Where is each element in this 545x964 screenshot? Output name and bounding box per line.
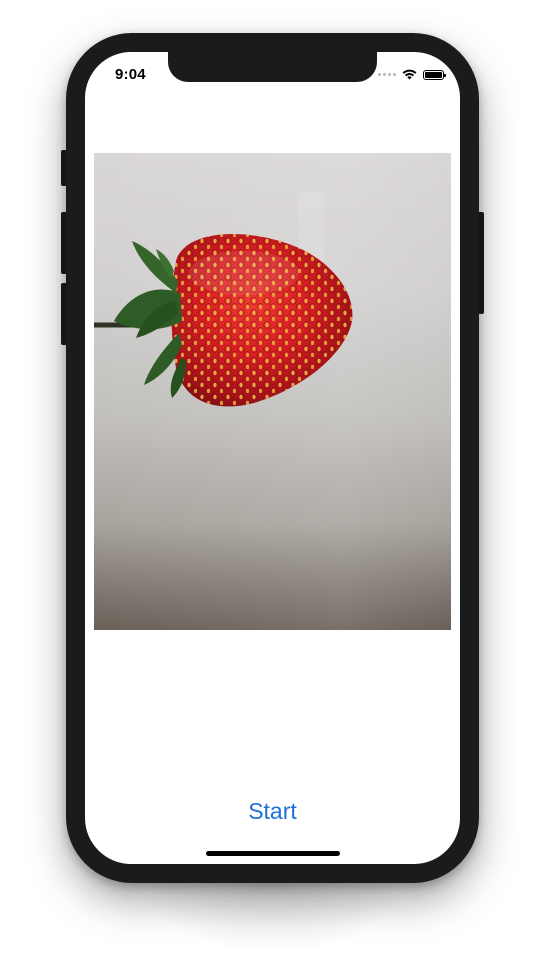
status-icons xyxy=(378,69,446,80)
battery-icon xyxy=(423,69,446,80)
phone-frame: 9:04 Start xyxy=(66,33,479,883)
strawberry-image xyxy=(94,153,451,630)
battery-level-fill xyxy=(425,71,442,78)
device-stage: 9:04 Start xyxy=(0,0,545,964)
device-floor-shadow xyxy=(150,880,395,950)
wifi-icon xyxy=(402,69,417,80)
app-screen: 9:04 Start xyxy=(85,52,460,864)
notch xyxy=(168,52,377,82)
strawberry-illustration xyxy=(94,153,451,630)
home-indicator[interactable] xyxy=(206,851,340,856)
status-time: 9:04 xyxy=(115,66,146,83)
signal-dots-icon xyxy=(378,73,396,76)
start-button[interactable]: Start xyxy=(85,798,460,825)
